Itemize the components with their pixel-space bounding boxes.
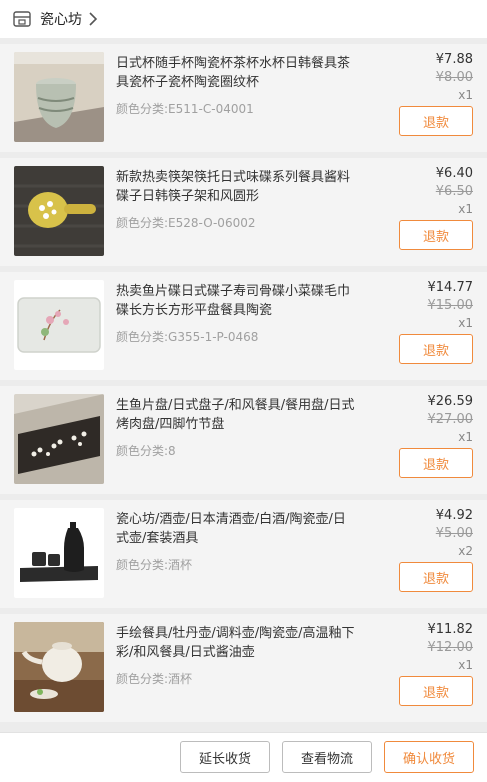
product-price: ¥4.92 (435, 508, 473, 523)
product-sku: 颜色分类:8 (116, 444, 176, 458)
shop-name: 瓷心坊 (40, 12, 82, 28)
product-title[interactable]: 手绘餐具/牡丹壶/调料壶/陶瓷壶/高温釉下彩/和风餐具/日式酱油壶 (116, 624, 356, 662)
product-title[interactable]: 瓷心坊/酒壶/日本清酒壶/白酒/陶瓷壶/日式壶/套装酒具 (116, 510, 356, 548)
product-image-teapot (14, 622, 104, 712)
product-quantity: x2 (458, 544, 473, 558)
product-title[interactable]: 日式杯随手杯陶瓷杯茶杯水杯日韩餐具茶具瓷杯子瓷杯陶瓷圈纹杯 (116, 54, 356, 92)
product-quantity: x1 (458, 202, 473, 216)
product-original-price: ¥12.00 (427, 640, 474, 655)
order-item[interactable]: 生鱼片盘/日式盘子/和风餐具/餐用盘/日式烤肉盘/四脚竹节盘 颜色分类:8 ¥2… (0, 386, 487, 494)
product-title[interactable]: 热卖鱼片碟日式碟子寿司骨碟小菜碟毛巾碟长方长方形平盘餐具陶瓷 (116, 282, 356, 320)
refund-button[interactable]: 退款 (399, 676, 473, 706)
refund-button[interactable]: 退款 (399, 106, 473, 136)
order-item[interactable]: 热卖鱼片碟日式碟子寿司骨碟小菜碟毛巾碟长方长方形平盘餐具陶瓷 颜色分类:G355… (0, 272, 487, 380)
refund-button[interactable]: 退款 (399, 448, 473, 478)
refund-button[interactable]: 退款 (399, 220, 473, 250)
order-action-bar: 延长收货 查看物流 确认收货 (0, 732, 487, 782)
product-quantity: x1 (458, 658, 473, 672)
refund-button[interactable]: 退款 (399, 562, 473, 592)
product-original-price: ¥8.00 (435, 70, 473, 85)
product-original-price: ¥5.00 (435, 526, 473, 541)
product-image-sashimi-plate (14, 394, 104, 484)
order-item[interactable]: 瓷心坊/酒壶/日本清酒壶/白酒/陶瓷壶/日式壶/套装酒具 颜色分类:酒杯 ¥4.… (0, 500, 487, 608)
product-price: ¥26.59 (427, 394, 474, 409)
chevron-right-icon (88, 12, 102, 26)
product-image-plate (14, 280, 104, 370)
product-price: ¥14.77 (427, 280, 474, 295)
product-quantity: x1 (458, 316, 473, 330)
product-sku: 颜色分类:酒杯 (116, 672, 193, 686)
product-image-chopstick-rest (14, 166, 104, 256)
refund-button[interactable]: 退款 (399, 334, 473, 364)
product-sku: 颜色分类:G355-1-P-0468 (116, 330, 259, 344)
confirm-receipt-button[interactable]: 确认收货 (384, 741, 474, 773)
product-image-cup (14, 52, 104, 142)
shop-header[interactable]: 瓷心坊 (0, 0, 487, 38)
product-quantity: x1 (458, 430, 473, 444)
order-item[interactable]: 日式杯随手杯陶瓷杯茶杯水杯日韩餐具茶具瓷杯子瓷杯陶瓷圈纹杯 颜色分类:E511-… (0, 44, 487, 152)
extend-receipt-button[interactable]: 延长收货 (180, 741, 270, 773)
product-price: ¥6.40 (435, 166, 473, 181)
product-sku: 颜色分类:酒杯 (116, 558, 193, 572)
product-price: ¥11.82 (427, 622, 474, 637)
product-original-price: ¥15.00 (427, 298, 474, 313)
product-original-price: ¥6.50 (435, 184, 473, 199)
product-image-sake-set (14, 508, 104, 598)
product-title[interactable]: 新款热卖筷架筷托日式味碟系列餐具酱料碟子日韩筷子架和风圆形 (116, 168, 356, 206)
product-quantity: x1 (458, 88, 473, 102)
view-logistics-button[interactable]: 查看物流 (282, 741, 372, 773)
product-original-price: ¥27.00 (427, 412, 474, 427)
product-title[interactable]: 生鱼片盘/日式盘子/和风餐具/餐用盘/日式烤肉盘/四脚竹节盘 (116, 396, 356, 434)
product-sku: 颜色分类:E511-C-04001 (116, 102, 254, 116)
product-price: ¥7.88 (435, 52, 473, 67)
store-icon (12, 9, 32, 29)
product-sku: 颜色分类:E528-O-06002 (116, 216, 256, 230)
order-item[interactable]: 新款热卖筷架筷托日式味碟系列餐具酱料碟子日韩筷子架和风圆形 颜色分类:E528-… (0, 158, 487, 266)
order-item[interactable]: 手绘餐具/牡丹壶/调料壶/陶瓷壶/高温釉下彩/和风餐具/日式酱油壶 颜色分类:酒… (0, 614, 487, 722)
